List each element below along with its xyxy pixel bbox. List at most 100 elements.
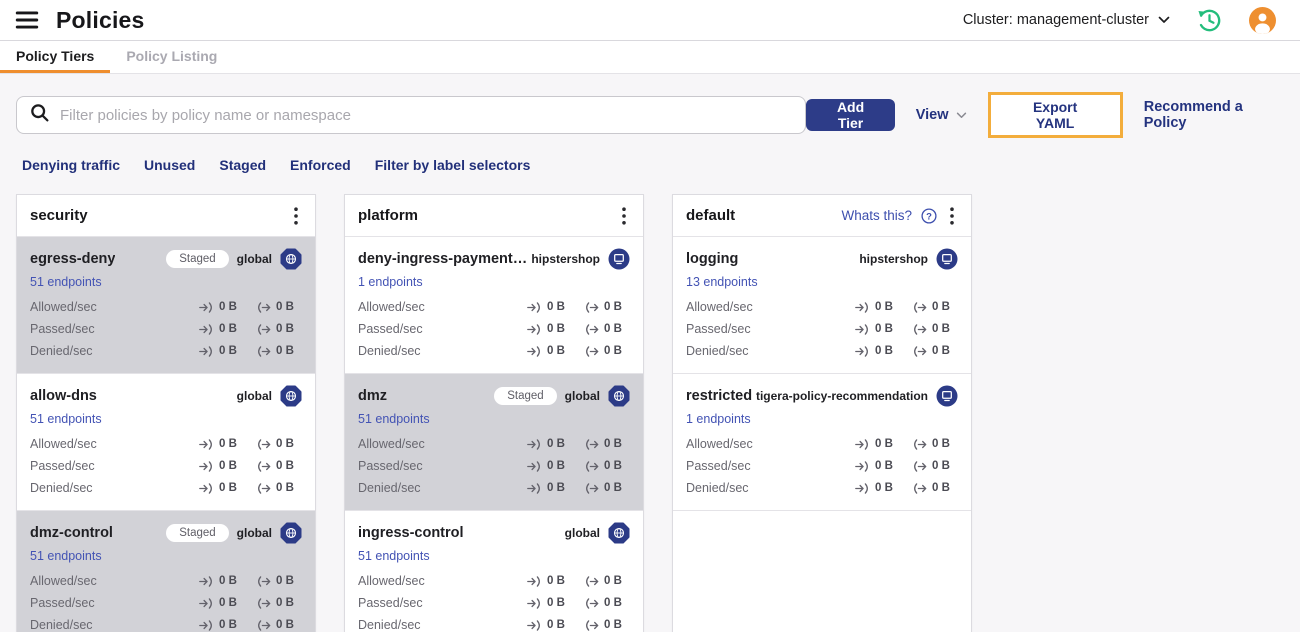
endpoints-link[interactable]: 51 endpoints xyxy=(358,412,630,426)
ingress-stat: 0 B xyxy=(855,301,901,313)
add-tier-button[interactable]: Add Tier xyxy=(806,99,895,131)
search-box[interactable] xyxy=(16,96,807,134)
policy-card[interactable]: logging hipstershop 13 endpoints Allowed/se… xyxy=(673,237,971,374)
stat-values: 0 B 0 B xyxy=(527,301,630,313)
ingress-stat: 0 B xyxy=(527,301,573,313)
stat-row: Denied/sec 0 B 0 B xyxy=(358,477,630,499)
tier-title: default xyxy=(686,207,736,224)
stat-row: Denied/sec 0 B 0 B xyxy=(358,614,630,632)
ingress-value: 0 B xyxy=(547,575,565,587)
policy-scope: global xyxy=(564,389,600,403)
whats-this-link[interactable]: Whats this? xyxy=(841,208,912,223)
filter-by-label-selectors[interactable]: Filter by label selectors xyxy=(375,157,531,173)
filter-staged[interactable]: Staged xyxy=(219,157,266,173)
filter-denying-traffic[interactable]: Denying traffic xyxy=(22,157,120,173)
export-yaml-highlight-box: Export YAML xyxy=(987,92,1123,138)
recommend-policy-link[interactable]: Recommend a Policy xyxy=(1144,99,1284,131)
policy-scope: global xyxy=(236,252,272,266)
tier-header: default Whats this?? xyxy=(673,195,971,237)
kebab-icon[interactable] xyxy=(618,205,630,227)
endpoints-link[interactable]: 51 endpoints xyxy=(30,549,302,563)
egress-stat: 0 B xyxy=(256,345,302,357)
ingress-stat: 0 B xyxy=(855,345,901,357)
policy-card-header: logging hipstershop xyxy=(686,246,958,272)
policy-name: restricted xyxy=(686,388,753,404)
egress-stat: 0 B xyxy=(584,575,630,587)
ingress-icon xyxy=(527,301,542,313)
egress-value: 0 B xyxy=(604,345,622,357)
policy-card[interactable]: ingress-control global 51 endpoints Allowed… xyxy=(345,511,643,632)
ingress-stat: 0 B xyxy=(527,460,573,472)
kebab-icon[interactable] xyxy=(946,205,958,227)
staged-badge: Staged xyxy=(494,387,557,405)
filter-unused[interactable]: Unused xyxy=(144,157,195,173)
tier-column-platform: platform deny-ingress-paymentservi…hipste… xyxy=(344,194,644,632)
stat-row: Passed/sec 0 B 0 B xyxy=(358,592,630,614)
export-yaml-button[interactable]: Export YAML xyxy=(990,95,1120,135)
egress-icon xyxy=(256,597,271,609)
egress-value: 0 B xyxy=(276,301,294,313)
kebab-icon[interactable] xyxy=(290,205,302,227)
tab-policy-listing[interactable]: Policy Listing xyxy=(110,41,233,73)
view-dropdown[interactable]: View xyxy=(916,107,967,123)
policy-filter-input[interactable] xyxy=(60,106,794,124)
history-icon[interactable] xyxy=(1196,7,1223,34)
endpoints-link[interactable]: 1 endpoints xyxy=(686,412,958,426)
ingress-icon xyxy=(527,345,542,357)
egress-value: 0 B xyxy=(276,460,294,472)
egress-icon xyxy=(912,323,927,335)
ingress-stat: 0 B xyxy=(527,482,573,494)
egress-icon xyxy=(256,460,271,472)
policy-card[interactable]: allow-dns global 51 endpoints Allowed/sec 0 … xyxy=(17,374,315,511)
stat-values: 0 B 0 B xyxy=(855,438,958,450)
stat-row: Allowed/sec 0 B 0 B xyxy=(358,296,630,318)
endpoints-link[interactable]: 51 endpoints xyxy=(30,412,302,426)
ingress-stat: 0 B xyxy=(527,438,573,450)
egress-value: 0 B xyxy=(276,345,294,357)
policy-scope: hipstershop xyxy=(859,252,928,266)
stat-values: 0 B 0 B xyxy=(199,597,302,609)
avatar[interactable] xyxy=(1249,6,1276,34)
ingress-value: 0 B xyxy=(219,619,237,631)
cluster-selector[interactable]: Cluster: management-cluster xyxy=(963,12,1170,28)
egress-value: 0 B xyxy=(604,597,622,609)
ingress-icon xyxy=(527,575,542,587)
help-icon[interactable]: ? xyxy=(921,207,937,224)
ingress-value: 0 B xyxy=(219,482,237,494)
endpoints-link[interactable]: 51 endpoints xyxy=(30,275,302,289)
stat-row: Allowed/sec 0 B 0 B xyxy=(358,433,630,455)
tab-policy-tiers[interactable]: Policy Tiers xyxy=(0,41,111,73)
toolbar-actions: Add Tier View Export YAML Recommend a Po… xyxy=(806,92,1284,138)
stat-values: 0 B 0 B xyxy=(527,460,630,472)
endpoints-link[interactable]: 1 endpoints xyxy=(358,275,630,289)
ingress-value: 0 B xyxy=(547,438,565,450)
stat-row: Denied/sec 0 B 0 B xyxy=(686,340,958,362)
policy-name: deny-ingress-paymentservi… xyxy=(358,251,531,267)
hamburger-icon[interactable] xyxy=(14,7,40,33)
ingress-icon xyxy=(199,323,214,335)
stat-label: Passed/sec xyxy=(30,459,95,473)
policy-card-header: restricted tigera-policy-recommendation xyxy=(686,383,958,409)
stat-row: Allowed/sec 0 B 0 B xyxy=(686,296,958,318)
egress-value: 0 B xyxy=(932,345,950,357)
stat-label: Allowed/sec xyxy=(358,437,425,451)
policy-card[interactable]: dmz-control Staged global 51 endpoints Allow… xyxy=(17,511,315,632)
tier-title: platform xyxy=(358,207,418,224)
egress-value: 0 B xyxy=(276,482,294,494)
policy-card[interactable]: restricted tigera-policy-recommendation 1 … xyxy=(673,374,971,511)
policy-card[interactable]: dmz Staged global 51 endpoints Allowed/sec 0 … xyxy=(345,374,643,511)
ingress-stat: 0 B xyxy=(199,323,245,335)
egress-value: 0 B xyxy=(276,438,294,450)
policy-card[interactable]: deny-ingress-paymentservi…hipstershop 1 e… xyxy=(345,237,643,374)
policy-scope: hipstershop xyxy=(531,252,600,266)
ingress-value: 0 B xyxy=(219,301,237,313)
egress-stat: 0 B xyxy=(912,438,958,450)
egress-stat: 0 B xyxy=(584,301,630,313)
egress-stat: 0 B xyxy=(584,482,630,494)
ingress-stat: 0 B xyxy=(855,323,901,335)
filter-enforced[interactable]: Enforced xyxy=(290,157,351,173)
ingress-stat: 0 B xyxy=(855,460,901,472)
endpoints-link[interactable]: 13 endpoints xyxy=(686,275,958,289)
policy-card[interactable]: egress-deny Staged global 51 endpoints Allow… xyxy=(17,237,315,374)
endpoints-link[interactable]: 51 endpoints xyxy=(358,549,630,563)
